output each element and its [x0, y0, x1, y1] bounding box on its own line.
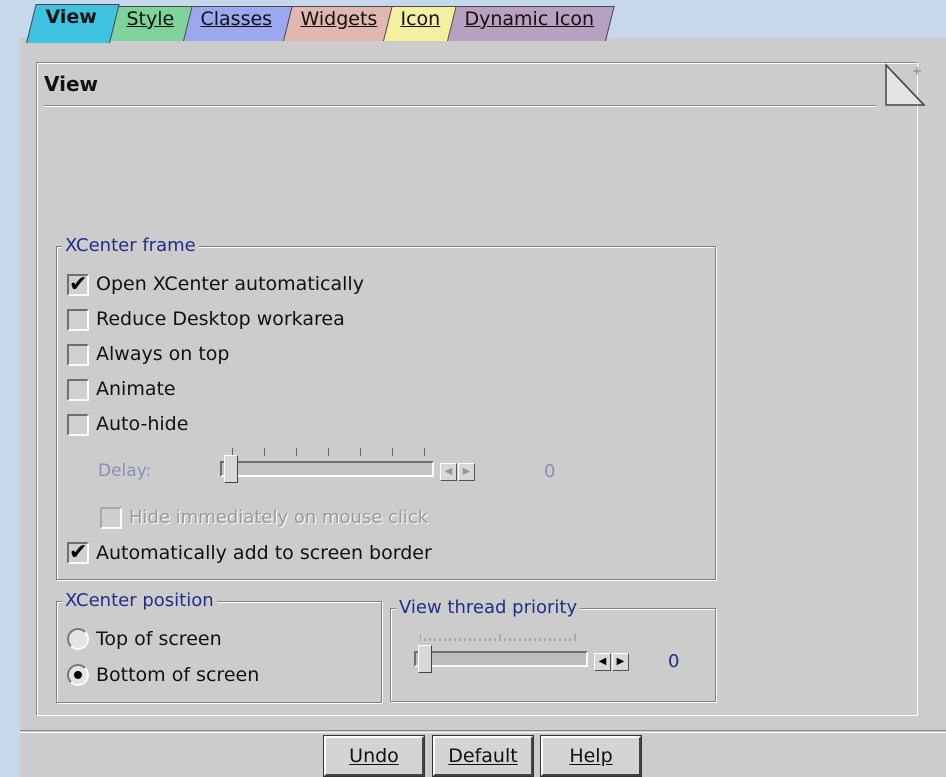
default-button-label: Default	[448, 745, 518, 767]
tab-label: Dynamic Icon	[464, 8, 595, 30]
tab-widgets[interactable]: Widgets	[282, 6, 393, 41]
xcenter-frame-legend: XCenter frame	[62, 235, 199, 257]
delay-slider-track[interactable]	[220, 461, 434, 477]
tab-style[interactable]: Style	[108, 6, 193, 41]
always-on-top-label: Always on top	[96, 343, 230, 365]
open-automatically-checkbox[interactable]: ✔	[67, 274, 89, 296]
bottom-of-screen-radio[interactable]	[67, 664, 89, 686]
thread-priority-ticks	[420, 634, 576, 641]
delay-slider-thumb[interactable]	[224, 455, 238, 483]
tab-view[interactable]: View	[26, 4, 120, 43]
open-automatically-label: Open XCenter automatically	[96, 273, 364, 295]
auto-hide-checkbox[interactable]	[67, 414, 89, 436]
tab-label: Classes	[200, 8, 273, 30]
tab-classes[interactable]: Classes	[182, 6, 293, 41]
auto-add-border-checkbox[interactable]: ✔	[67, 542, 89, 564]
tab-icon[interactable]: Icon	[382, 6, 457, 41]
delay-arrow-buttons: ◀ ▶	[440, 463, 476, 481]
animate-label: Animate	[96, 378, 176, 400]
xcenter-position-group	[56, 601, 382, 703]
thread-priority-value: 0	[668, 651, 680, 672]
thread-priority-right-arrow-icon[interactable]: ▶	[612, 653, 629, 671]
help-button-label: Help	[569, 745, 613, 767]
delay-value: 0	[544, 461, 556, 482]
reduce-workarea-label: Reduce Desktop workarea	[96, 308, 345, 330]
thread-priority-left-arrow-icon[interactable]: ◀	[594, 653, 611, 671]
page-title: View	[44, 72, 99, 96]
thread-priority-legend: View thread priority	[396, 597, 581, 619]
thread-priority-arrow-buttons: ◀ ▶	[594, 653, 630, 671]
tab-label: Widgets	[300, 8, 378, 30]
page-corner-icon[interactable]: +	[884, 63, 926, 107]
thread-priority-slider-track[interactable]	[414, 651, 588, 667]
radio-selected-dot-icon	[74, 671, 82, 679]
checkmark-icon: ✔	[69, 272, 88, 297]
reduce-workarea-checkbox[interactable]	[67, 309, 89, 331]
animate-checkbox[interactable]	[67, 379, 89, 401]
always-on-top-checkbox[interactable]	[67, 344, 89, 366]
xcenter-position-legend: XCenter position	[62, 590, 217, 612]
thread-priority-slider-thumb[interactable]	[418, 645, 432, 673]
hide-immediately-checkbox[interactable]	[100, 507, 122, 529]
checkmark-icon: ✔	[69, 540, 88, 565]
tab-dynamic-icon[interactable]: Dynamic Icon	[446, 6, 615, 41]
delay-label: Delay:	[98, 461, 152, 481]
undo-button[interactable]: Undo	[323, 735, 425, 777]
tab-label: Style	[126, 8, 175, 30]
tab-label: Icon	[400, 8, 441, 30]
top-of-screen-label: Top of screen	[96, 628, 222, 650]
hide-immediately-label: Hide immediately on mouse click	[129, 507, 429, 528]
title-divider	[44, 105, 876, 107]
auto-hide-label: Auto-hide	[96, 413, 189, 435]
svg-text:+: +	[912, 64, 922, 78]
delay-left-arrow-icon[interactable]: ◀	[440, 463, 457, 481]
help-button[interactable]: Help	[540, 735, 642, 777]
delay-right-arrow-icon[interactable]: ▶	[458, 463, 475, 481]
default-button[interactable]: Default	[432, 735, 534, 777]
bottom-of-screen-label: Bottom of screen	[96, 664, 260, 686]
auto-add-border-label: Automatically add to screen border	[96, 542, 432, 564]
button-bar-divider	[20, 730, 946, 731]
top-of-screen-radio[interactable]	[67, 628, 89, 650]
undo-button-label: Undo	[349, 745, 399, 767]
tab-label: View	[45, 6, 97, 28]
